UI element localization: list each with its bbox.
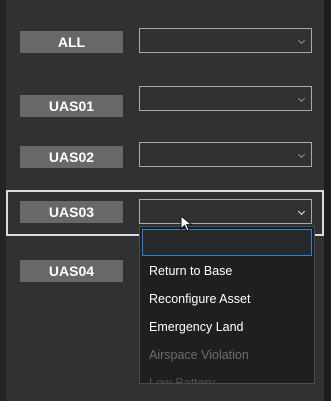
command-select-all[interactable] <box>139 28 312 53</box>
dropdown-current-value[interactable] <box>142 229 312 256</box>
mouse-pointer-icon <box>180 215 193 232</box>
command-select-uas02[interactable] <box>139 142 312 167</box>
asset-label-uas02: UAS02 <box>20 146 123 168</box>
command-select-uas01[interactable] <box>139 86 312 111</box>
command-dropdown-list: Return to Base Reconfigure Asset Emergen… <box>139 226 315 384</box>
asset-label-all: ALL <box>20 31 123 53</box>
asset-label-uas01: UAS01 <box>20 95 123 117</box>
row-uas02: UAS02 <box>0 138 331 182</box>
asset-label-uas04: UAS04 <box>20 260 123 282</box>
chevron-down-icon <box>297 150 306 159</box>
option-airspace-violation: Airspace Violation <box>149 348 249 362</box>
asset-label-uas03: UAS03 <box>20 201 123 223</box>
option-reconfigure-asset[interactable]: Reconfigure Asset <box>149 292 250 306</box>
option-emergency-land[interactable]: Emergency Land <box>149 320 244 334</box>
option-return-to-base[interactable]: Return to Base <box>149 264 232 278</box>
chevron-down-icon <box>297 207 306 216</box>
command-select-uas03[interactable] <box>139 199 312 224</box>
option-low-battery: Low Battery <box>149 376 216 384</box>
row-uas01: UAS01 <box>0 82 331 126</box>
chevron-down-icon <box>297 36 306 45</box>
chevron-down-icon <box>297 94 306 103</box>
row-all: ALL <box>0 25 331 69</box>
